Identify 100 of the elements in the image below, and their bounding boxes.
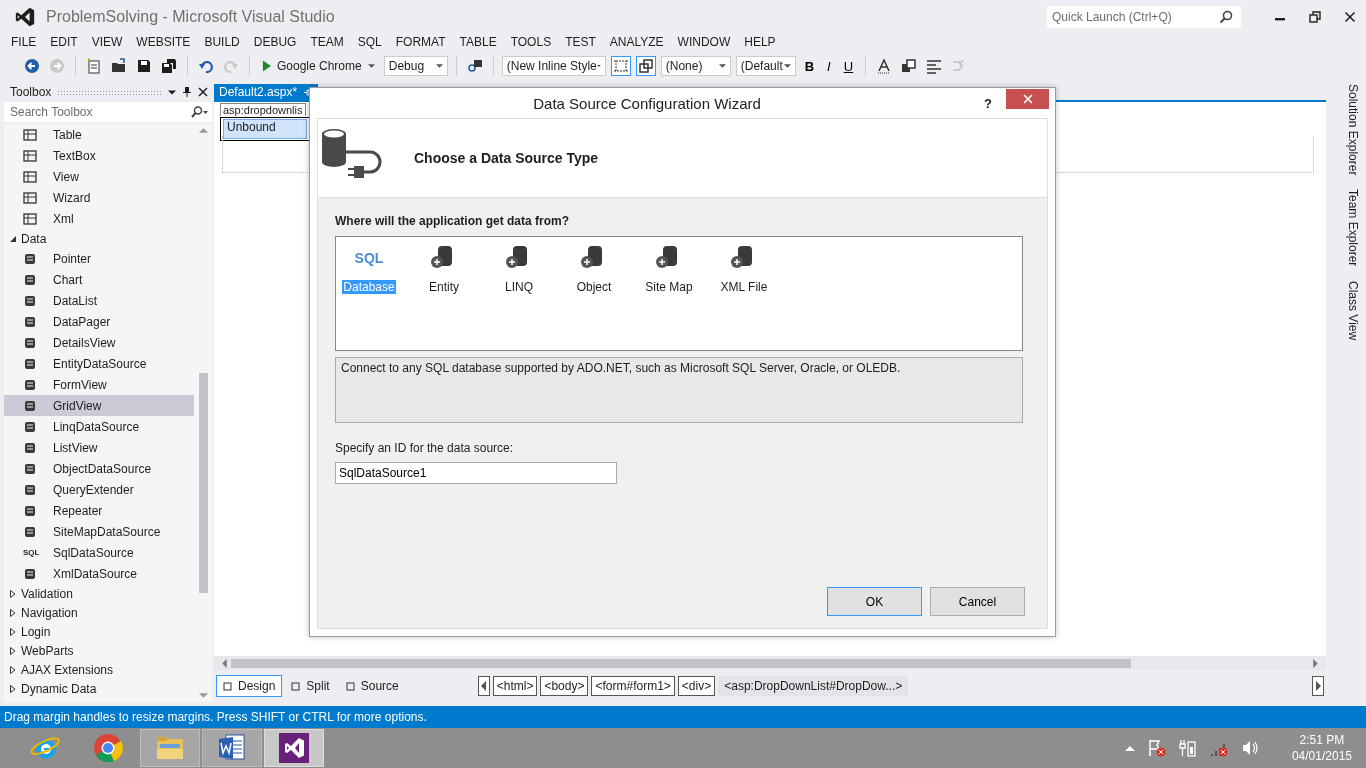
menu-item[interactable]: BUILD bbox=[197, 35, 247, 49]
scrollbar-thumb[interactable] bbox=[198, 373, 208, 593]
toolbox-item[interactable]: XmlDataSource bbox=[4, 563, 194, 584]
expand-arrow-icon bbox=[9, 589, 17, 598]
cancel-button[interactable]: Cancel bbox=[930, 587, 1025, 616]
view-icon bbox=[223, 681, 232, 691]
source-option[interactable]: Entity bbox=[413, 242, 475, 294]
format-button[interactable]: B bbox=[800, 56, 819, 76]
source-option[interactable]: Object bbox=[563, 242, 625, 294]
scroll-right-icon[interactable] bbox=[1312, 676, 1324, 696]
menu-item[interactable]: HELP bbox=[737, 35, 783, 49]
close-icon[interactable] bbox=[198, 87, 208, 97]
menu-item[interactable]: ANALYZE bbox=[602, 35, 671, 49]
toolbox-item[interactable]: Pointer bbox=[4, 248, 194, 269]
toolbox-item[interactable]: View bbox=[4, 166, 194, 187]
search-field[interactable]: Search Toolbox bbox=[4, 102, 212, 122]
scroll-down-icon[interactable] bbox=[198, 693, 208, 698]
toolbox-item[interactable]: LinqDataSource bbox=[4, 416, 194, 437]
breadcrumb[interactable]: <form#form1> bbox=[591, 676, 675, 696]
font-dropdown[interactable]: (Default bbox=[735, 56, 796, 76]
flag-icon[interactable] bbox=[1146, 738, 1167, 758]
menu-item[interactable]: FILE bbox=[4, 35, 44, 49]
overlap-icon[interactable] bbox=[635, 56, 656, 76]
menu-item[interactable]: DEBUG bbox=[246, 35, 304, 49]
toolbox-group[interactable]: WebParts bbox=[4, 641, 194, 660]
style-dropdown[interactable]: (New Inline Style bbox=[501, 56, 606, 76]
restore-icon[interactable] bbox=[1309, 10, 1321, 23]
target-rule-dropdown[interactable]: (None) bbox=[660, 56, 731, 76]
toolbox-item[interactable]: SQL SqlDataSource bbox=[4, 542, 194, 563]
menu-item[interactable]: TOOLS bbox=[503, 35, 559, 49]
document-tab[interactable]: Default2.aspx* bbox=[214, 84, 319, 100]
back-icon[interactable] bbox=[22, 56, 42, 76]
menu-item[interactable]: FORMAT bbox=[388, 35, 453, 49]
menu-item[interactable]: TEAM bbox=[303, 35, 351, 49]
toolbox-item[interactable]: SiteMapDataSource bbox=[4, 521, 194, 542]
toolbox-item[interactable]: ObjectDataSource bbox=[4, 458, 194, 479]
toolbox-group[interactable]: Validation bbox=[4, 584, 194, 603]
battery-icon[interactable] bbox=[1177, 738, 1198, 758]
menu-item[interactable]: EDIT bbox=[43, 35, 85, 49]
format-button[interactable]: U bbox=[839, 56, 858, 76]
toolbox-item[interactable]: Wizard bbox=[4, 187, 194, 208]
toolbox-item[interactable]: DataPager bbox=[4, 311, 194, 332]
toolbox-item[interactable]: Xml bbox=[4, 208, 194, 229]
toolbox-group[interactable]: Data bbox=[4, 229, 194, 248]
help-button[interactable]: ? bbox=[984, 95, 992, 111]
vs-app-button[interactable] bbox=[264, 729, 324, 767]
menu-item[interactable]: WEBSITE bbox=[129, 35, 198, 49]
scroll-right-icon[interactable] bbox=[1313, 658, 1318, 668]
toolbox-item[interactable]: EntityDataSource bbox=[4, 353, 194, 374]
toolbox-item[interactable]: DataList bbox=[4, 290, 194, 311]
toolbox-item[interactable]: Chart bbox=[4, 269, 194, 290]
toolbox-group[interactable]: Navigation bbox=[4, 603, 194, 622]
toolbox-item[interactable]: Repeater bbox=[4, 500, 194, 521]
scrollbar-thumb[interactable] bbox=[231, 658, 1131, 668]
quick-launch-field[interactable]: Quick Launch (Ctrl+Q) bbox=[1047, 5, 1241, 28]
ok-button[interactable]: OK bbox=[827, 587, 922, 616]
save-all-icon[interactable] bbox=[159, 56, 179, 76]
breadcrumb[interactable]: <body> bbox=[540, 676, 589, 696]
toolbox-item[interactable]: DetailsView bbox=[4, 332, 194, 353]
configuration-dropdown[interactable]: Debug bbox=[383, 56, 448, 76]
side-tab[interactable]: Class View bbox=[1346, 280, 1360, 340]
toolbox-group[interactable]: Dynamic Data bbox=[4, 679, 194, 698]
toolbox-group[interactable]: Login bbox=[4, 622, 194, 641]
breadcrumb[interactable]: <div> bbox=[677, 676, 716, 696]
control-icon bbox=[23, 377, 37, 392]
view-tab[interactable]: Design bbox=[216, 675, 283, 697]
source-option[interactable]: SQL Database bbox=[338, 242, 400, 294]
pin-icon[interactable] bbox=[182, 86, 192, 98]
menu-item[interactable]: WINDOW bbox=[670, 35, 738, 49]
toolbox-item[interactable]: Table bbox=[4, 124, 194, 145]
scroll-left-icon[interactable] bbox=[477, 676, 490, 696]
view-tab[interactable]: Split bbox=[284, 675, 337, 697]
breadcrumb[interactable]: <html> bbox=[492, 676, 538, 696]
side-tab[interactable]: Team Explorer bbox=[1346, 189, 1360, 267]
id-input-field[interactable]: SqlDataSource1 bbox=[335, 462, 617, 484]
menu-item[interactable]: VIEW bbox=[84, 35, 130, 49]
close-button[interactable] bbox=[1006, 89, 1049, 109]
format-button[interactable]: I bbox=[823, 56, 835, 76]
menu-item[interactable]: TABLE bbox=[452, 35, 504, 49]
scroll-left-icon[interactable] bbox=[222, 658, 227, 668]
source-option[interactable]: LINQ bbox=[488, 242, 550, 294]
source-option[interactable]: Site Map bbox=[638, 242, 700, 294]
toolbox-item[interactable]: FormView bbox=[4, 374, 194, 395]
breadcrumb[interactable]: <asp:DropDownList#DropDow...> bbox=[718, 676, 909, 696]
menu-item[interactable]: TEST bbox=[558, 35, 603, 49]
toolbox-item[interactable]: QueryExtender bbox=[4, 479, 194, 500]
toolbox-item[interactable]: TextBox bbox=[4, 145, 194, 166]
scroll-up-icon[interactable] bbox=[198, 128, 208, 133]
dropdown-control[interactable]: Unbound bbox=[220, 117, 310, 141]
close-icon[interactable] bbox=[1344, 10, 1356, 23]
toolbox-item[interactable]: GridView bbox=[4, 395, 194, 416]
side-tab[interactable]: Solution Explorer bbox=[1346, 84, 1360, 176]
view-tab[interactable]: Source bbox=[338, 675, 406, 697]
dropdown-icon[interactable] bbox=[168, 89, 176, 95]
source-option[interactable]: XML File bbox=[713, 242, 775, 294]
toolbox-item[interactable]: ListView bbox=[4, 437, 194, 458]
menu-item[interactable]: SQL bbox=[350, 35, 389, 49]
toolbox-group[interactable]: AJAX Extensions bbox=[4, 660, 194, 679]
start-button[interactable]: Google Chrome bbox=[258, 57, 379, 75]
word-app-button[interactable] bbox=[202, 729, 262, 767]
